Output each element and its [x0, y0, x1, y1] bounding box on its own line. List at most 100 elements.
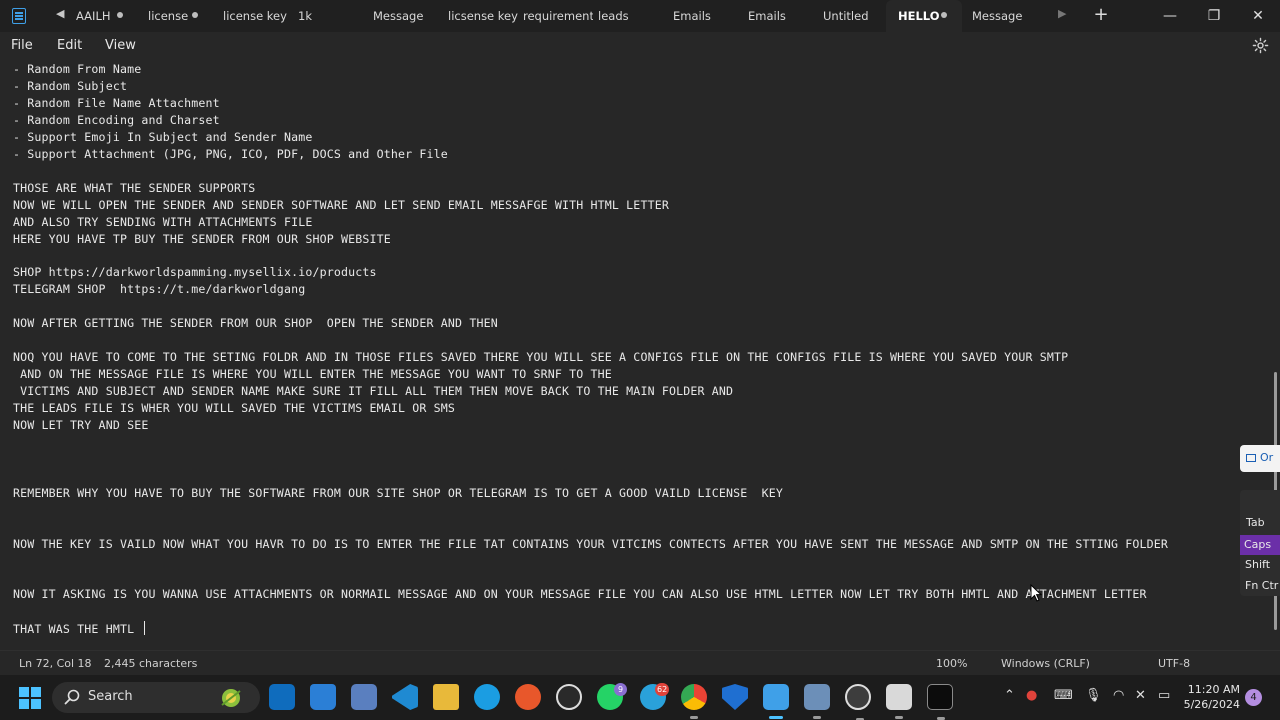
editor-line: - Support Emoji In Subject and Sender Na…: [13, 130, 312, 144]
file-explorer-icon[interactable]: [433, 684, 459, 710]
editor-line: REMEMBER WHY YOU HAVE TO BUY THE SOFTWAR…: [13, 486, 783, 500]
editor-line-text: NOW WE WILL OPEN THE SENDER AND SENDER S…: [13, 197, 669, 212]
search-highlight-icon: [221, 689, 241, 707]
tab-label: Untitled: [823, 9, 869, 23]
key-caps[interactable]: Caps: [1240, 535, 1280, 555]
editor-line-text: VICTIMS AND SUBJECT AND SENDER NAME MAKE…: [13, 384, 734, 399]
tab-scroll-left-button[interactable]: ◀: [56, 7, 64, 20]
keyboard-icon: [1246, 454, 1256, 462]
editor-line: - Random From Name: [13, 62, 141, 76]
notification-badge[interactable]: 4: [1245, 689, 1262, 706]
keyboard-tray-icon[interactable]: ⌨: [1054, 688, 1073, 703]
tab[interactable]: license: [148, 0, 208, 32]
tab-label: license key: [223, 9, 287, 23]
editor-line-text: AND ON THE MESSAGE FILE IS WHERE YOU WIL…: [13, 367, 612, 382]
wifi-icon[interactable]: ◠: [1113, 688, 1124, 703]
close-button[interactable]: ✕: [1236, 0, 1280, 32]
popup-text: Or: [1260, 451, 1274, 464]
window-app-icon[interactable]: [804, 684, 830, 719]
chevron-up-icon[interactable]: ⌃: [1004, 688, 1015, 703]
tab[interactable]: leads: [598, 0, 638, 32]
clock[interactable]: 11:20 AM 5/26/2024: [1180, 682, 1240, 712]
editor-line-text: THAT WAS THE HMTL: [13, 622, 142, 637]
editor-line-text: REMEMBER WHY YOU HAVE TO BUY THE SOFTWAR…: [13, 485, 784, 500]
tab[interactable]: 1k: [298, 0, 338, 32]
word-app-icon[interactable]: [845, 684, 871, 720]
text-editor[interactable]: - Random From Name - Random Subject - Rand…: [0, 60, 1272, 650]
tab[interactable]: Message: [972, 0, 1032, 32]
editor-line: - Support Attachment (JPG, PNG, ICO, PDF…: [13, 147, 448, 161]
tab[interactable]: license key: [223, 0, 288, 32]
windows-start-icon[interactable]: [19, 687, 41, 709]
taskbar-search[interactable]: Search: [52, 682, 260, 713]
notepad-taskbar-icon[interactable]: [763, 684, 789, 719]
tab-scroll-right-button[interactable]: ▶: [1058, 7, 1066, 20]
editor-line: THAT WAS THE HMTL: [13, 621, 146, 637]
editor-line-text: NOQ YOU HAVE TO COME TO THE SETING FOLDR…: [13, 350, 1069, 365]
vscode-icon[interactable]: [392, 684, 418, 710]
minimize-button[interactable]: —: [1148, 0, 1192, 32]
editor-line-text: NOW LET TRY AND SEE: [13, 417, 149, 432]
editor-line: NOW AFTER GETTING THE SENDER FROM OUR SH…: [13, 316, 498, 330]
edge-icon[interactable]: [474, 684, 500, 710]
editor-line-text: THOSE ARE WHAT THE SENDER SUPPORTS: [13, 180, 256, 195]
microphone-icon[interactable]: 🎙: [1085, 688, 1102, 703]
menu-edit[interactable]: Edit: [57, 38, 82, 53]
tray-app-icon[interactable]: ●: [1026, 688, 1037, 703]
editor-app-icon[interactable]: [886, 684, 912, 719]
defender-icon[interactable]: [722, 684, 748, 710]
tab[interactable]: requirement: [523, 0, 593, 32]
remote-desktop-icon[interactable]: [351, 684, 377, 710]
tab[interactable]: AAILH: [76, 0, 136, 32]
menu-view[interactable]: View: [105, 38, 136, 53]
notepad-app-icon: [12, 8, 26, 24]
tab-label: licsense key: [448, 9, 518, 23]
maximize-button[interactable]: ❐: [1192, 0, 1236, 32]
editor-line-text: - Random Subject: [13, 78, 128, 93]
chatgpt-icon[interactable]: [556, 684, 582, 710]
text-caret: [144, 621, 146, 636]
tab[interactable]: licsense key: [448, 0, 518, 32]
chrome-icon[interactable]: [681, 684, 707, 719]
whatsapp-badge: 9: [614, 683, 627, 696]
tab[interactable]: Emails: [748, 0, 798, 32]
zoom-level[interactable]: 100%: [936, 657, 967, 670]
editor-line: NOW LET TRY AND SEE: [13, 418, 148, 432]
line-ending[interactable]: Windows (CRLF): [1001, 657, 1090, 670]
editor-line: - Random File Name Attachment: [13, 96, 220, 110]
microsoft-store-icon[interactable]: [310, 684, 336, 710]
key-tab[interactable]: Tab: [1246, 516, 1265, 529]
terminal-icon[interactable]: [927, 684, 953, 720]
mouse-cursor-icon: [1030, 584, 1042, 602]
settings-gear-icon[interactable]: [1252, 37, 1269, 54]
tab[interactable]: Untitled: [823, 0, 883, 32]
cursor-position: Ln 72, Col 18: [19, 657, 92, 670]
editor-line: - Random Encoding and Charset: [13, 113, 220, 127]
editor-line: NOW THE KEY IS VAILD NOW WHAT YOU HAVR T…: [13, 537, 1168, 551]
key-shift[interactable]: Shift: [1245, 558, 1270, 571]
add-tab-button[interactable]: +: [1090, 4, 1112, 26]
tab-active[interactable]: HELLO: [886, 0, 962, 32]
key-caps-label: Caps: [1244, 538, 1272, 551]
battery-icon[interactable]: ▭: [1158, 688, 1170, 703]
editor-line-text: TELEGRAM SHOP https://t.me/darkworldgang: [13, 282, 306, 297]
editor-line: TELEGRAM SHOP https://t.me/darkworldgang: [13, 282, 305, 296]
editor-line-text: - Random Encoding and Charset: [13, 112, 220, 127]
tab-label: Emails: [748, 9, 786, 23]
editor-line-text: AND ALSO TRY SENDING WITH ATTACHMENTS FI…: [13, 214, 313, 229]
key-fn-ctrl[interactable]: Fn Ctr: [1245, 579, 1278, 592]
input-indicator-popup[interactable]: Or: [1240, 445, 1280, 472]
firefox-icon[interactable]: [515, 684, 541, 710]
clock-time: 11:20 AM: [1187, 683, 1240, 696]
speaker-muted-icon[interactable]: ✕: [1135, 688, 1146, 703]
menu-file[interactable]: File: [11, 38, 33, 53]
encoding[interactable]: UTF-8: [1158, 657, 1190, 670]
tab[interactable]: Message: [373, 0, 438, 32]
editor-line-text: HERE YOU HAVE TP BUY THE SENDER FROM OUR…: [13, 231, 391, 246]
tab-label: Message: [972, 9, 1023, 23]
tab[interactable]: Emails: [673, 0, 723, 32]
outlook-icon[interactable]: [269, 684, 295, 710]
touch-keyboard-strip: Tab Caps Shift Fn Ctr: [1240, 490, 1280, 596]
tab-label: license: [148, 9, 189, 23]
tab-label: 1k: [298, 9, 312, 23]
